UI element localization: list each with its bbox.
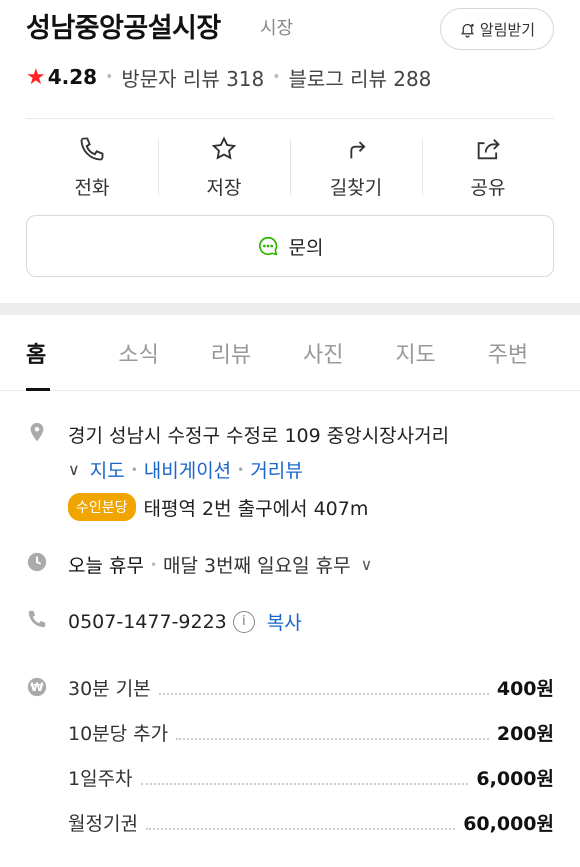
hours-detail: 매달 3번째 일요일 휴무 (163, 555, 351, 577)
clock-icon (27, 552, 47, 572)
price-value: 6,000원 (476, 768, 554, 790)
phone-icon (28, 610, 46, 628)
copy-phone-button[interactable]: 복사 (267, 608, 302, 635)
hours-status: 오늘 휴무 (68, 555, 144, 577)
hours-row[interactable]: 오늘 휴무 • 매달 3번째 일요일 휴무 ∨ (26, 551, 554, 578)
star-icon (211, 135, 237, 160)
inquiry-button[interactable]: 문의 (26, 215, 554, 277)
info-icon[interactable]: i (232, 610, 255, 633)
call-button[interactable]: 전화 (26, 119, 158, 215)
rating-star-icon: ★ (26, 64, 46, 90)
alarm-label: 알림받기 (479, 20, 536, 39)
place-header: 성남중앙공설시장 시장 알림받기 ★ 4.28 • 방문자 리뷰 318 • 블… (0, 0, 580, 94)
bell-plus-icon (460, 23, 474, 38)
chevron-down-icon[interactable]: ∨ (68, 460, 80, 479)
phone-number[interactable]: 0507-1477-9223 (68, 611, 227, 633)
price-list-row: ₩ 30분 기본 400원 10분당 추가 200원 1일주차 6,000원 월… (26, 665, 554, 845)
visitor-reviews-link[interactable]: 방문자 리뷰 318 (121, 63, 264, 92)
directions-label: 길찾기 (329, 176, 383, 199)
phone-row: 0507-1477-9223 i 복사 (26, 608, 554, 635)
price-value: 200원 (496, 723, 554, 745)
separator-dot: • (149, 557, 158, 572)
location-pin-icon (30, 422, 44, 442)
blog-reviews-link[interactable]: 블로그 리뷰 288 (289, 63, 432, 92)
action-bar: 전화 저장 길찾기 공유 (26, 119, 554, 215)
dotted-leader (145, 827, 456, 830)
address-row: 경기 성남시 수정구 수정로 109 중앙시장사거리 ∨ 지도 • 내비게이션 … (26, 421, 554, 521)
dotted-leader (140, 782, 469, 785)
separator-dot: • (237, 462, 245, 477)
tab-home[interactable]: 홈 (26, 315, 118, 391)
subway-text: 태평역 2번 출구에서 407m (143, 497, 369, 520)
call-label: 전화 (74, 176, 110, 199)
separator-dot: • (105, 69, 114, 85)
save-label: 저장 (206, 176, 242, 199)
won-coin-icon: ₩ (27, 677, 47, 697)
street-view-link[interactable]: 거리뷰 (250, 456, 302, 483)
price-label: 1일주차 (68, 768, 133, 790)
share-label: 공유 (470, 176, 506, 199)
tab-nearby[interactable]: 주변 (488, 315, 580, 390)
tab-photos[interactable]: 사진 (303, 315, 395, 390)
share-button[interactable]: 공유 (422, 119, 554, 215)
price-label: 10분당 추가 (68, 723, 169, 745)
section-gap (0, 303, 580, 315)
dotted-leader (158, 692, 489, 695)
rating-row: ★ 4.28 • 방문자 리뷰 318 • 블로그 리뷰 288 (26, 60, 554, 94)
chevron-down-icon[interactable]: ∨ (361, 555, 373, 574)
rating-score: 4.28 (47, 65, 98, 89)
place-name: 성남중앙공설시장 (26, 13, 221, 44)
tab-bar: 홈 소식 리뷰 사진 지도 주변 (0, 315, 580, 391)
subway-line-badge: 수인분당 (68, 493, 136, 521)
price-row: 30분 기본 400원 (68, 665, 554, 710)
inquiry-label: 문의 (288, 236, 324, 259)
price-block: ₩ 30분 기본 400원 10분당 추가 200원 1일주차 6,000원 월… (26, 665, 554, 845)
address-text: 경기 성남시 수정구 수정로 109 중앙시장사거리 (68, 425, 450, 447)
tab-news[interactable]: 소식 (118, 315, 210, 390)
directions-button[interactable]: 길찾기 (290, 119, 422, 215)
price-value: 60,000원 (463, 813, 554, 835)
price-row: 월정기권 60,000원 (68, 800, 554, 845)
separator-dot: • (272, 69, 281, 85)
price-list: 30분 기본 400원 10분당 추가 200원 1일주차 6,000원 월정기… (68, 665, 554, 845)
tab-reviews[interactable]: 리뷰 (211, 315, 303, 390)
save-button[interactable]: 저장 (158, 119, 290, 215)
alarm-button[interactable]: 알림받기 (440, 8, 554, 50)
price-label: 30분 기본 (68, 678, 151, 700)
tab-map[interactable]: 지도 (395, 315, 487, 390)
subway-info: 수인분당 태평역 2번 출구에서 407m (68, 493, 449, 521)
price-row: 10분당 추가 200원 (68, 710, 554, 755)
price-label: 월정기권 (68, 813, 138, 835)
price-value: 400원 (496, 678, 554, 700)
address-icon-wrap (26, 421, 68, 521)
info-section: 경기 성남시 수정구 수정로 109 중앙시장사거리 ∨ 지도 • 내비게이션 … (0, 421, 580, 845)
dotted-leader (176, 737, 489, 740)
price-icon-wrap: ₩ (26, 665, 68, 845)
price-row: 1일주차 6,000원 (68, 755, 554, 800)
phone-icon (80, 137, 104, 160)
chat-bubble-icon (258, 236, 277, 256)
place-category: 시장 (260, 18, 294, 39)
separator-dot: • (130, 462, 138, 477)
address-links: ∨ 지도 • 내비게이션 • 거리뷰 (68, 456, 449, 483)
hours-icon-wrap (26, 551, 68, 578)
phone-icon-wrap (26, 608, 68, 635)
share-icon (477, 138, 500, 159)
title-row: 성남중앙공설시장 시장 알림받기 (26, 0, 554, 60)
navigation-link[interactable]: 내비게이션 (144, 456, 231, 483)
svg-text:₩: ₩ (30, 680, 43, 694)
directions-icon (350, 140, 366, 158)
map-link[interactable]: 지도 (90, 456, 125, 483)
